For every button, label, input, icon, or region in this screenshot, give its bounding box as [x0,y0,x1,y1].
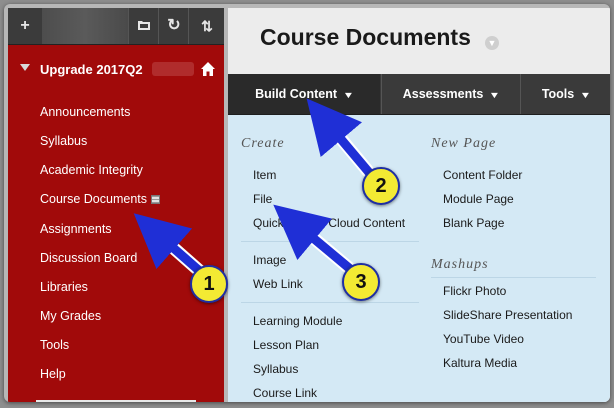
tab-assessments[interactable]: Assessments ▼ [381,74,520,114]
menu-item-flickr-photo[interactable]: Flickr Photo [443,284,506,298]
add-menu-item-button[interactable]: + [8,8,43,44]
chevron-down-icon: ▼ [579,90,592,100]
refresh-button[interactable]: ↻ [158,8,189,44]
sidebar-item-libraries[interactable]: Libraries [40,277,88,297]
sidebar-item-discussion-board[interactable]: Discussion Board [40,248,137,268]
section-heading-mashups: Mashups [431,257,489,272]
menu-item-syllabus[interactable]: Syllabus [253,362,298,376]
action-bar: Build Content ▼ Assessments ▼ Tools ▼ [228,74,610,115]
menu-item-file[interactable]: File [253,192,272,206]
sidebar-item-syllabus[interactable]: Syllabus [40,131,87,151]
menu-item-label: Libraries [40,280,88,294]
sidebar-item-tools[interactable]: Tools [40,335,69,355]
build-content-dropdown: Create Item File Quick Upload Cloud Cont… [228,115,610,402]
menu-item-lesson-plan[interactable]: Lesson Plan [253,338,319,352]
menu-item-kaltura-media[interactable]: Kaltura Media [443,356,517,370]
sort-icon: ⇅ [201,18,213,34]
blurred-course-id [152,62,194,76]
screenshot-frame: + ↻ ⇅ Upgrade 2017Q2 Announcements Sylla… [4,4,610,402]
sidebar-item-help[interactable]: Help [40,364,66,384]
menu-divider [241,302,419,303]
home-icon[interactable] [200,61,216,77]
section-heading-create: Create [241,136,285,151]
sidebar-item-announcements[interactable]: Announcements [40,102,130,122]
menu-item-course-link[interactable]: Course Link [253,386,317,400]
menu-item-quick-upload-cloud-content[interactable]: Quick Upload Cloud Content [253,216,405,230]
folder-view-button[interactable] [128,8,159,44]
menu-item-content-folder[interactable]: Content Folder [443,168,522,182]
menu-item-label: My Grades [40,309,102,323]
chevron-down-icon[interactable]: ▼ [485,36,499,50]
menu-item-label: Academic Integrity [40,163,143,177]
menu-item-label: Course Documents [40,192,147,206]
sidebar-item-my-grades[interactable]: My Grades [40,306,101,326]
menu-item-label: Help [40,367,66,381]
tab-label: Assessments [402,87,484,101]
tab-tools[interactable]: Tools ▼ [520,74,610,114]
sidebar-item-course-documents[interactable]: Course Documents [40,189,160,209]
course-menu-header[interactable]: Upgrade 2017Q2 [8,58,224,84]
menu-item-slideshare-presentation[interactable]: SlideShare Presentation [443,308,572,322]
content-menu-icon [151,195,160,204]
course-sidebar: + ↻ ⇅ Upgrade 2017Q2 Announcements Sylla… [8,8,224,402]
tab-label: Build Content [255,87,337,101]
refresh-icon: ↻ [167,17,181,34]
collapse-caret-icon[interactable] [20,64,30,71]
sidebar-item-academic-integrity[interactable]: Academic Integrity [40,160,143,180]
sidebar-toolbar: + ↻ ⇅ [8,8,224,45]
menu-item-learning-module[interactable]: Learning Module [253,314,342,328]
blurred-toolbar-area [42,8,128,44]
menu-item-blank-page[interactable]: Blank Page [443,216,504,230]
main-content: Course Documents ▼ Build Content ▼ Assess… [228,8,610,402]
menu-item-label: Syllabus [40,134,88,148]
page-title: Course Documents [260,24,471,50]
menu-item-label: Discussion Board [40,251,138,265]
chevron-down-icon: ▼ [489,90,501,100]
menu-item-youtube-video[interactable]: YouTube Video [443,332,524,346]
menu-item-module-page[interactable]: Module Page [443,192,514,206]
menu-divider [431,277,596,278]
sidebar-item-assignments[interactable]: Assignments [40,219,112,239]
menu-item-item[interactable]: Item [253,168,276,182]
sidebar-bottom-divider [36,400,196,402]
section-heading-new-page: New Page [431,136,497,151]
menu-item-web-link[interactable]: Web Link [253,277,303,291]
menu-item-label: Announcements [40,105,131,119]
menu-item-label: Assignments [40,222,112,236]
sort-button[interactable]: ⇅ [188,8,224,44]
menu-item-image[interactable]: Image [253,253,286,267]
menu-item-label: Tools [40,338,70,352]
tab-build-content[interactable]: Build Content ▼ [228,74,380,114]
menu-divider [241,241,419,242]
folder-icon [138,21,150,30]
tab-label: Tools [541,87,575,101]
chevron-down-icon: ▼ [342,90,355,100]
plus-icon: + [20,17,30,34]
course-title: Upgrade 2017Q2 [40,62,143,77]
